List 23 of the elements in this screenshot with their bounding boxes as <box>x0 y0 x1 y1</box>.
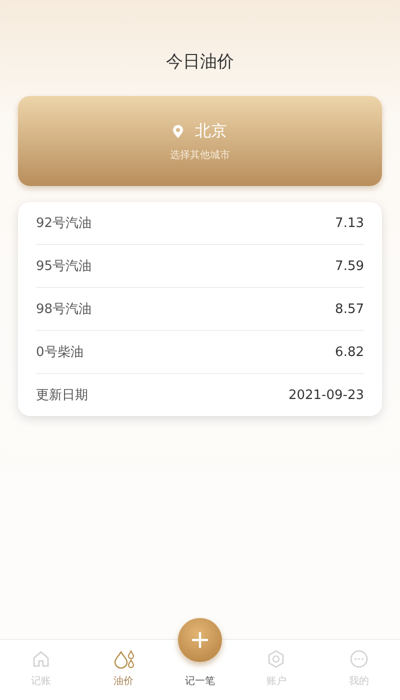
hexagon-icon <box>266 649 286 669</box>
fuel-name: 98号汽油 <box>36 301 92 318</box>
fuel-price: 2021-09-23 <box>288 388 364 402</box>
nav-tab[interactable]: 记一笔 <box>185 674 216 688</box>
chat-icon <box>348 649 369 669</box>
fuel-price: 7.59 <box>335 258 364 274</box>
fuel-name: 92号汽油 <box>36 215 92 232</box>
plus-icon <box>192 632 208 648</box>
location-pin-icon <box>173 124 183 138</box>
fuel-name: 0号柴油 <box>36 344 84 361</box>
fuel-price: 8.57 <box>335 302 364 316</box>
page-title: 今日油价 <box>166 51 234 74</box>
fuel-name: 95号汽油 <box>36 258 92 275</box>
city-card[interactable]: 北京 选择其他城市 <box>18 96 382 186</box>
droplets-icon <box>112 649 136 669</box>
home-icon <box>31 649 52 669</box>
city-name: 北京 <box>195 120 227 142</box>
fuel-price: 7.13 <box>335 216 364 230</box>
fuel-name: 更新日期 <box>36 387 88 404</box>
city-hint: 选择其他城市 <box>170 148 230 162</box>
fuel-price: 6.82 <box>335 344 364 360</box>
nav-tab[interactable]: 油价 <box>82 640 165 700</box>
add-button[interactable] <box>178 618 222 662</box>
